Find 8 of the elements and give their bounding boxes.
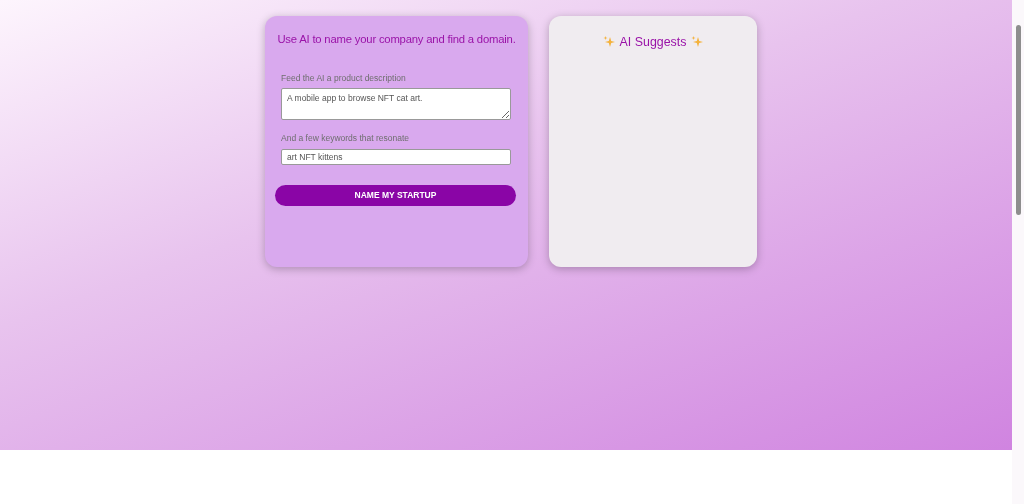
keywords-field[interactable]: art NFT kittens: [281, 149, 511, 166]
description-label: Feed the AI a product description: [281, 71, 407, 85]
scrollbar[interactable]: [1012, 0, 1024, 504]
form-title: Use AI to name your company and find a domain.: [276, 32, 517, 47]
keywords-label: And a few keywords that resonate: [281, 132, 411, 146]
description-field[interactable]: A mobile app to browse NFT cat art.: [281, 88, 511, 121]
name-startup-button[interactable]: NAME MY STARTUP: [275, 185, 516, 207]
results-title: AI Suggests: [619, 34, 687, 51]
